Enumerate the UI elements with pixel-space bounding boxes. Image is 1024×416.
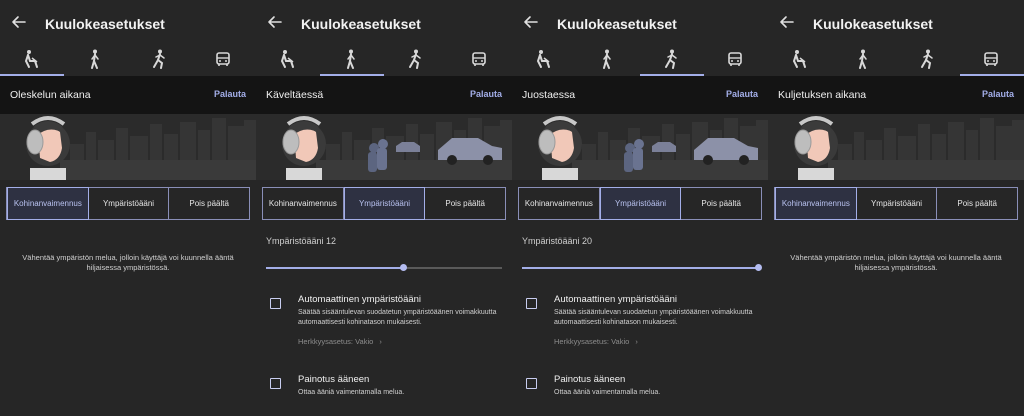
ambient-level-label: Ympäristöääni 20 <box>522 236 593 246</box>
segment-option[interactable]: Pois päältä <box>425 188 505 219</box>
mode-title: Kuljetuksen aikana <box>778 89 867 101</box>
segment-option[interactable]: Ympäristöääni <box>343 187 426 220</box>
mode-title: Käveltäessä <box>266 89 324 101</box>
page-title: Kuulokeasetukset <box>45 16 165 32</box>
mode-illustration <box>0 114 256 180</box>
segment-option[interactable]: Ympäristöääni <box>599 187 682 220</box>
mode-title: Oleskelun aikana <box>10 89 91 101</box>
tab-running-person[interactable] <box>384 44 448 76</box>
settings-panel: Kuulokeasetukset Kuljetuksen aikana Palaut… <box>768 0 1024 416</box>
settings-panel: Kuulokeasetukset Juostaessa Palauta Kohinan… <box>512 0 768 416</box>
sensitivity-label: Herkkyysasetus: Vakio <box>298 337 374 346</box>
mode-header: Käveltäessä Palauta <box>256 76 512 114</box>
slider-fill <box>522 267 758 269</box>
auto-ambient-description: Säätää sisääntulevan suodatetun ympärist… <box>554 309 753 326</box>
mode-illustration <box>512 114 768 180</box>
tab-bus[interactable] <box>448 44 512 76</box>
mode-description: Vähentää ympäristön melua, jolloin käytt… <box>790 253 1002 272</box>
reset-button[interactable]: Palauta <box>470 89 502 99</box>
sound-mode-selector: Kohinanvaimennus Ympäristöääni Pois päältä <box>6 187 250 220</box>
tab-bus[interactable] <box>704 44 768 76</box>
tab-bus[interactable] <box>192 44 256 76</box>
slider-fill <box>266 267 403 269</box>
mode-title: Juostaessa <box>522 89 576 101</box>
tab-sitting-person[interactable] <box>0 44 64 76</box>
tab-sitting-person[interactable] <box>512 44 576 76</box>
mode-description: Vähentää ympäristön melua, jolloin käytt… <box>22 253 234 272</box>
sound-mode-selector: Kohinanvaimennus Ympäristöääni Pois päältä <box>518 187 762 220</box>
tab-running-person[interactable] <box>128 44 192 76</box>
activity-tabs <box>768 44 1024 76</box>
voice-focus-checkbox[interactable] <box>270 378 281 389</box>
page-title: Kuulokeasetukset <box>813 16 933 32</box>
sensitivity-setting[interactable]: Herkkyysasetus: Vakio › <box>298 337 382 346</box>
tab-sitting-person[interactable] <box>256 44 320 76</box>
chevron-right-icon: › <box>635 337 638 346</box>
tab-walking-person[interactable] <box>64 44 128 76</box>
sound-mode-selector: Kohinanvaimennus Ympäristöääni Pois päältä <box>262 187 506 220</box>
app-header: Kuulokeasetukset <box>256 0 512 50</box>
segment-option[interactable]: Kohinanvaimennus <box>519 188 600 219</box>
voice-focus-title: Painotus ääneen <box>298 374 370 385</box>
tab-walking-person[interactable] <box>576 44 640 76</box>
segment-option[interactable]: Pois päältä <box>937 188 1017 219</box>
back-arrow-icon[interactable] <box>10 13 28 31</box>
tab-bus[interactable] <box>960 44 1024 76</box>
ambient-level-slider[interactable] <box>266 262 502 274</box>
activity-tabs <box>0 44 256 76</box>
back-arrow-icon[interactable] <box>522 13 540 31</box>
settings-panel: Kuulokeasetukset Käveltäessä Palauta Kohina… <box>256 0 512 416</box>
voice-focus-description: Ottaa ääniä vaimentamalla melua. <box>298 389 405 396</box>
app-header: Kuulokeasetukset <box>512 0 768 50</box>
mode-header: Kuljetuksen aikana Palauta <box>768 76 1024 114</box>
segment-option[interactable]: Pois päältä <box>681 188 761 219</box>
auto-ambient-checkbox[interactable] <box>526 298 537 309</box>
auto-ambient-checkbox[interactable] <box>270 298 281 309</box>
tab-walking-person[interactable] <box>832 44 896 76</box>
ambient-level-slider[interactable] <box>522 262 762 274</box>
segment-option[interactable]: Ympäristöääni <box>857 188 938 219</box>
segment-option[interactable]: Ympäristöääni <box>89 188 170 219</box>
mode-header: Juostaessa Palauta <box>512 76 768 114</box>
mode-illustration <box>256 114 512 180</box>
sensitivity-setting[interactable]: Herkkyysasetus: Vakio › <box>554 337 638 346</box>
back-arrow-icon[interactable] <box>778 13 796 31</box>
ambient-level-label: Ympäristöääni 12 <box>266 236 337 246</box>
voice-focus-checkbox[interactable] <box>526 378 537 389</box>
voice-focus-description: Ottaa ääniä vaimentamalla melua. <box>554 389 661 396</box>
chevron-right-icon: › <box>379 337 382 346</box>
activity-tabs <box>256 44 512 76</box>
reset-button[interactable]: Palauta <box>214 89 246 99</box>
slider-thumb[interactable] <box>399 264 407 271</box>
mode-header: Oleskelun aikana Palauta <box>0 76 256 114</box>
auto-ambient-title: Automaattinen ympäristöääni <box>298 294 422 305</box>
tab-sitting-person[interactable] <box>768 44 832 76</box>
tab-running-person[interactable] <box>896 44 960 76</box>
activity-tabs <box>512 44 768 76</box>
app-header: Kuulokeasetukset <box>0 0 256 50</box>
voice-focus-title: Painotus ääneen <box>554 374 626 385</box>
tab-walking-person[interactable] <box>320 44 384 76</box>
reset-button[interactable]: Palauta <box>982 89 1014 99</box>
settings-panel: Kuulokeasetukset Oleskelun aikana Palauta K… <box>0 0 256 416</box>
reset-button[interactable]: Palauta <box>726 89 758 99</box>
back-arrow-icon[interactable] <box>266 13 284 31</box>
tab-running-person[interactable] <box>640 44 704 76</box>
segment-option[interactable]: Kohinanvaimennus <box>775 187 857 220</box>
sound-mode-selector: Kohinanvaimennus Ympäristöääni Pois päältä <box>774 187 1018 220</box>
slider-thumb[interactable] <box>755 264 762 271</box>
auto-ambient-title: Automaattinen ympäristöääni <box>554 294 678 305</box>
auto-ambient-description: Säätää sisääntulevan suodatetun ympärist… <box>298 309 497 326</box>
mode-illustration <box>768 114 1024 180</box>
segment-option[interactable]: Pois päältä <box>169 188 249 219</box>
page-title: Kuulokeasetukset <box>557 16 677 32</box>
segment-option[interactable]: Kohinanvaimennus <box>7 187 89 220</box>
page-title: Kuulokeasetukset <box>301 16 421 32</box>
sensitivity-label: Herkkyysasetus: Vakio <box>554 337 630 346</box>
app-header: Kuulokeasetukset <box>768 0 1024 50</box>
segment-option[interactable]: Kohinanvaimennus <box>263 188 344 219</box>
